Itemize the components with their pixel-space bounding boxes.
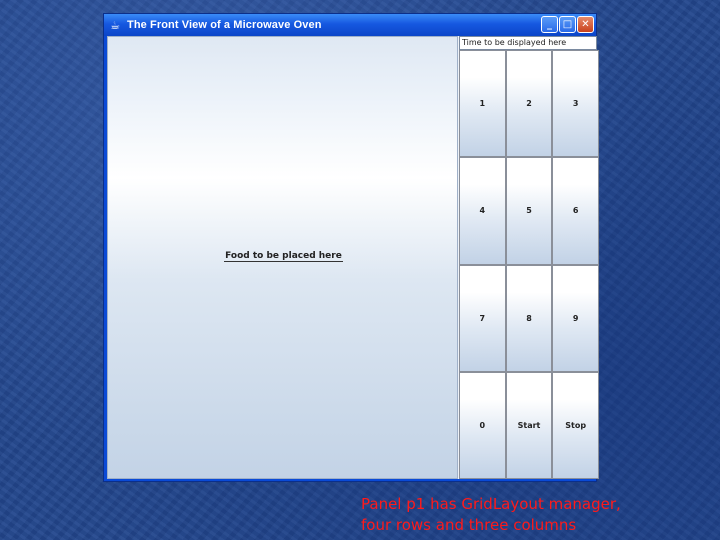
java-cup-icon: ☕ [110, 18, 120, 32]
window-title: The Front View of a Microwave Oven [127, 19, 322, 31]
close-button[interactable]: ✕ [577, 16, 594, 33]
key-3[interactable]: 3 [552, 50, 599, 158]
stop-button[interactable]: Stop [552, 371, 599, 479]
key-1[interactable]: 1 [459, 50, 506, 158]
title-bar[interactable]: ☕ The Front View of a Microwave Oven _ □… [104, 14, 596, 36]
slide-caption: Panel p1 has GridLayout manager, four ro… [361, 494, 621, 536]
key-7[interactable]: 7 [459, 264, 506, 372]
start-button[interactable]: Start [505, 371, 553, 479]
window-controls: _ □ ✕ [541, 16, 594, 33]
key-8[interactable]: 8 [505, 264, 553, 372]
key-5[interactable]: 5 [505, 157, 553, 265]
time-display-field[interactable]: Time to be displayed here [459, 36, 597, 50]
panel-p2: Time to be displayed here 1 2 3 4 5 6 7 … [459, 36, 599, 479]
content-pane: Food to be placed here Time to be displa… [107, 36, 599, 479]
key-0[interactable]: 0 [459, 371, 506, 479]
close-icon: ✕ [581, 19, 590, 30]
minimize-button[interactable]: _ [541, 16, 558, 33]
maximize-icon: □ [562, 19, 573, 30]
key-9[interactable]: 9 [552, 264, 599, 372]
maximize-button[interactable]: □ [559, 16, 576, 33]
caption-line-1: Panel p1 has GridLayout manager, [361, 495, 621, 513]
food-button[interactable]: Food to be placed here [107, 36, 458, 479]
minimize-icon: _ [547, 19, 552, 30]
key-2[interactable]: 2 [505, 50, 553, 158]
food-label: Food to be placed here [224, 251, 343, 262]
caption-line-2: four rows and three columns [361, 516, 577, 534]
key-6[interactable]: 6 [552, 157, 599, 265]
key-4[interactable]: 4 [459, 157, 506, 265]
keypad-panel-p1: 1 2 3 4 5 6 7 8 9 0 Start Stop [459, 50, 599, 479]
app-window: ☕ The Front View of a Microwave Oven _ □… [103, 13, 599, 482]
